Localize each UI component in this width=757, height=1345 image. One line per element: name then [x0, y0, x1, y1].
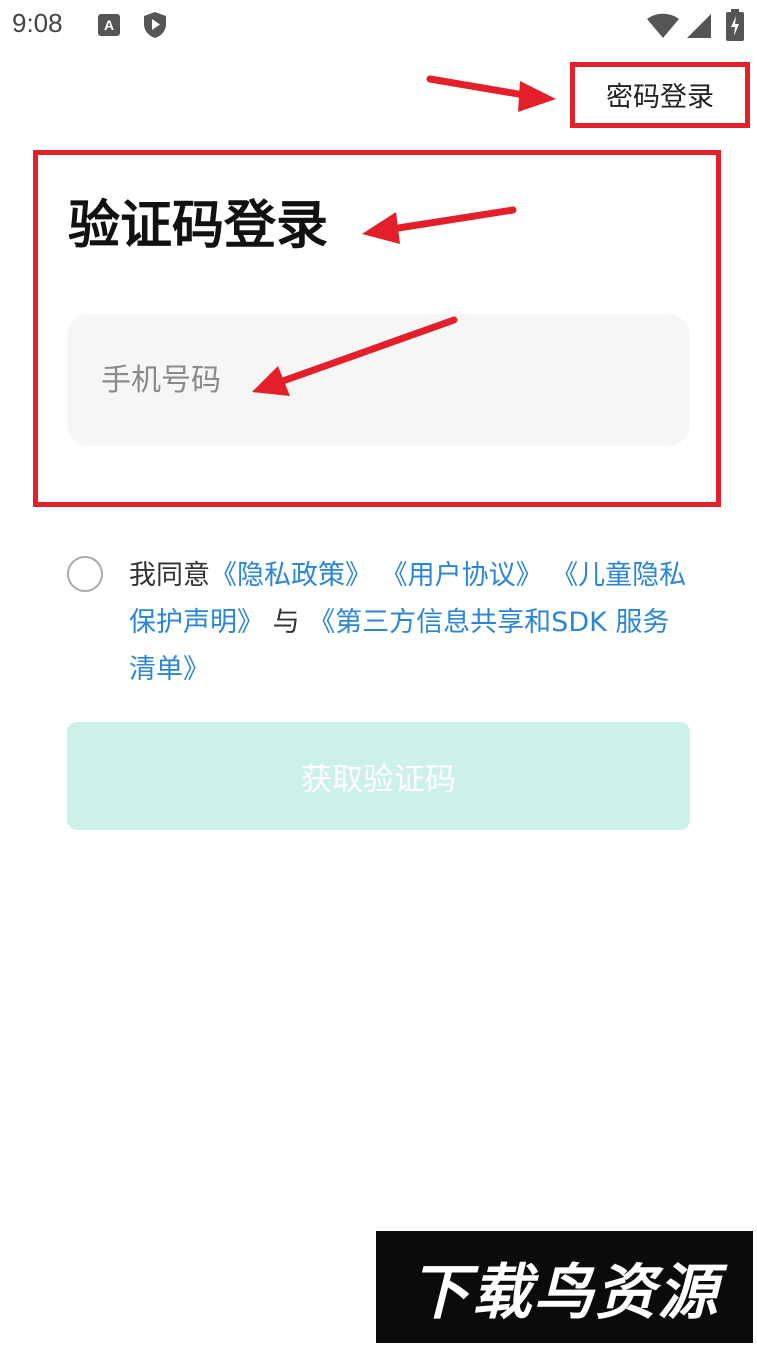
- wifi-icon: [646, 13, 680, 43]
- status-time: 9:08: [12, 8, 63, 38]
- arrow-head-1: [518, 81, 556, 112]
- arrow-to-password-login: [426, 75, 534, 100]
- agreement-conjunction: 与: [272, 607, 300, 638]
- signal-icon: [686, 13, 712, 43]
- status-bar: 9:08 A: [0, 0, 757, 52]
- battery-charging-icon: [726, 9, 744, 45]
- agreement-checkbox[interactable]: [67, 556, 103, 592]
- watermark-text: 下载鸟资源: [409, 1257, 720, 1328]
- phone-field[interactable]: [67, 314, 690, 446]
- arrow-to-title: [388, 206, 517, 233]
- password-login-link[interactable]: 密码登录: [572, 64, 748, 124]
- user-agreement-link[interactable]: 《用户协议》: [381, 560, 543, 591]
- shield-play-icon: [142, 11, 168, 43]
- watermark: 下载鸟资源: [376, 1231, 753, 1343]
- phone-input[interactable]: [101, 314, 661, 446]
- privacy-policy-link[interactable]: 《隐私政策》: [210, 560, 372, 591]
- svg-text:A: A: [104, 17, 114, 33]
- get-code-button[interactable]: 获取验证码: [67, 722, 690, 830]
- agreement-text: 我同意《隐私政策》 《用户协议》 《儿童隐私保护声明》 与 《第三方信息共享和S…: [129, 552, 689, 693]
- arrow-head-2: [362, 212, 400, 244]
- page-title: 验证码登录: [68, 196, 329, 256]
- font-a-icon: A: [98, 14, 120, 40]
- agreement-prefix: 我同意: [129, 560, 210, 591]
